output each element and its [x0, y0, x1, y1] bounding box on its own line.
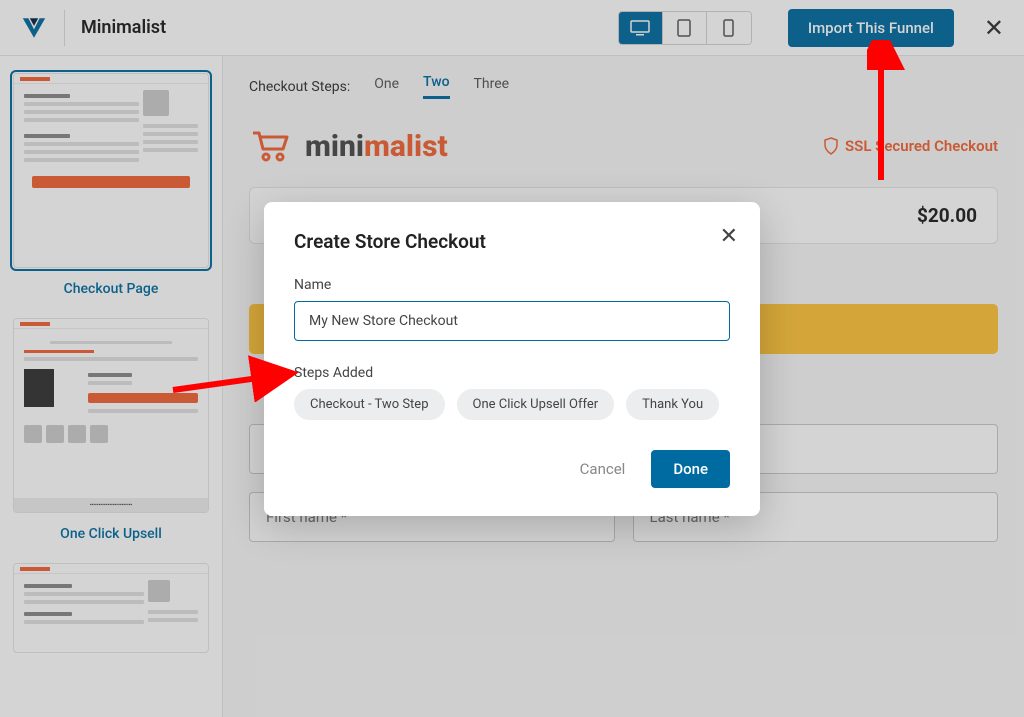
- step-chip: One Click Upsell Offer: [457, 389, 615, 420]
- step-chip: Thank You: [626, 389, 719, 420]
- steps-added-label: Steps Added: [294, 365, 730, 381]
- step-chip: Checkout - Two Step: [294, 389, 445, 420]
- create-checkout-modal: Create Store Checkout ✕ Name Steps Added…: [264, 202, 760, 516]
- modal-overlay: Create Store Checkout ✕ Name Steps Added…: [0, 0, 1024, 717]
- done-button[interactable]: Done: [651, 450, 730, 488]
- cancel-button[interactable]: Cancel: [564, 450, 642, 488]
- modal-close-icon[interactable]: ✕: [720, 224, 738, 249]
- checkout-name-input[interactable]: [294, 301, 730, 341]
- name-label: Name: [294, 277, 730, 293]
- modal-title: Create Store Checkout: [294, 230, 730, 253]
